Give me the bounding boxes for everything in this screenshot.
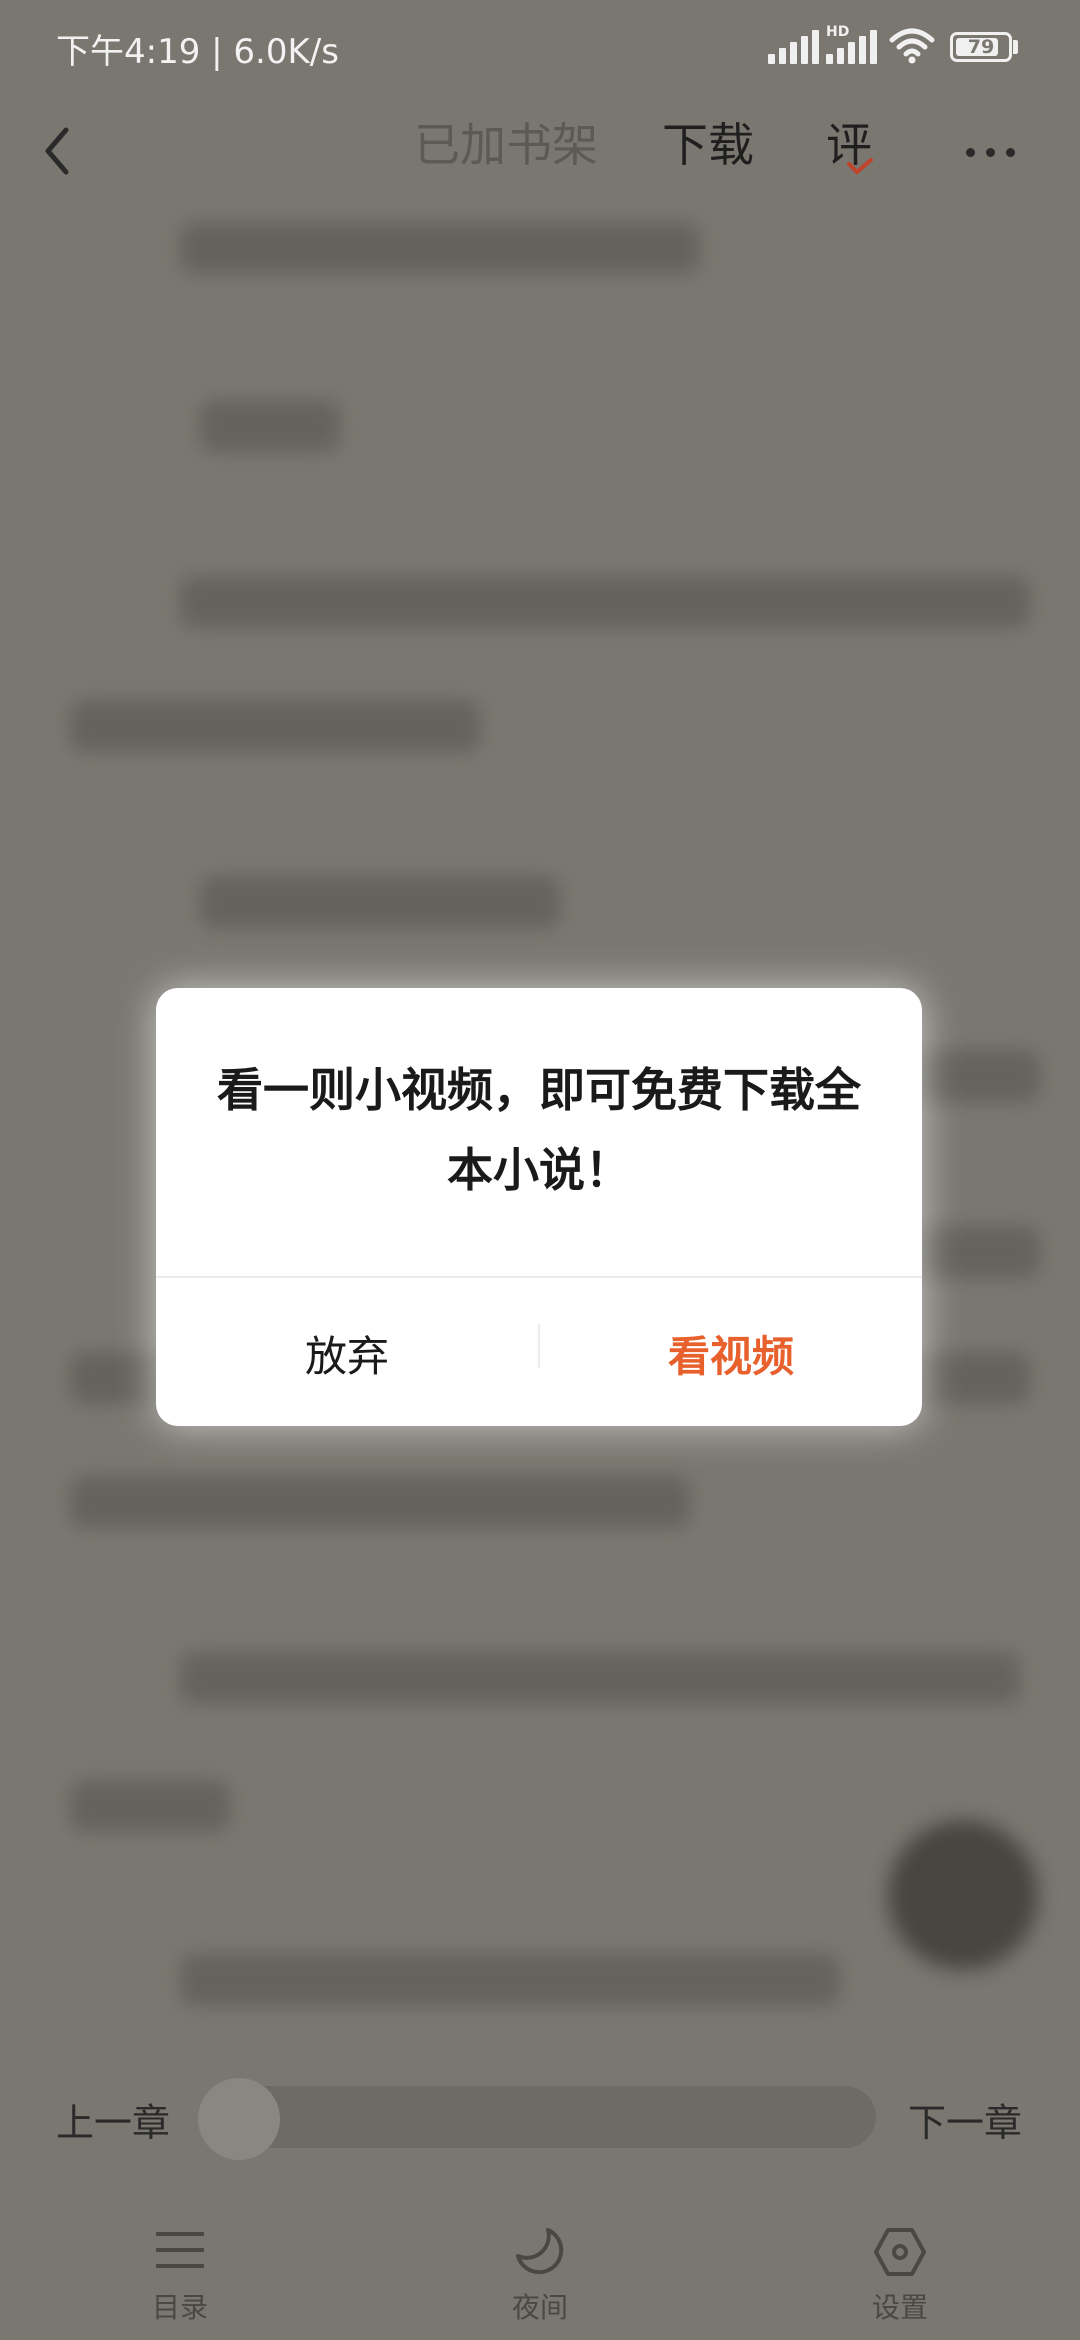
bottom-toolbar: 目录 夜间 设置 [0,2200,1080,2340]
watch-video-button[interactable]: 看视频 [540,1288,922,1426]
tab-settings[interactable]: 设置 [800,2200,1000,2340]
battery-icon: 79 [950,32,1012,62]
checkmark-icon [847,158,873,175]
menu-icon [156,2232,204,2268]
download-button[interactable]: 下载 [662,110,754,180]
next-chapter-button[interactable]: 下一章 [908,2092,1022,2147]
signal-icon [768,28,822,64]
tab-catalog-label: 目录 [151,2291,208,2324]
slider-handle[interactable] [198,2078,280,2160]
dialog-message: 看一则小视频，即可免费下载全本小说！ [217,1063,861,1197]
tab-catalog[interactable]: 目录 [80,2200,280,2340]
settings-icon [874,2228,926,2276]
chapter-slider[interactable] [200,2086,876,2148]
reader-top-bar: 已加书架 下载 评 [0,96,1080,206]
floating-action-button[interactable] [888,1820,1038,1970]
tab-settings-label: 设置 [871,2291,928,2324]
more-options-icon[interactable] [960,126,1020,176]
tab-night-mode[interactable]: 夜间 [440,2200,640,2340]
review-button[interactable]: 评 [826,110,873,180]
back-icon[interactable] [30,116,90,186]
prev-chapter-button[interactable]: 上一章 [56,2092,170,2147]
status-bar: 下午4:19 | 6.0K/s HD 79 [0,0,1080,96]
wifi-icon [889,28,935,64]
moon-icon [516,2228,564,2275]
watch-video-dialog: 看一则小视频，即可免费下载全本小说！ 放弃 看视频 [156,988,922,1426]
status-time-speed: 下午4:19 | 6.0K/s [56,32,339,72]
cancel-button[interactable]: 放弃 [156,1288,538,1426]
signal-hd-icon [826,28,880,64]
dialog-divider [156,1276,922,1278]
tab-night-mode-label: 夜间 [511,2291,568,2324]
chapter-progress-bar: 上一章 下一章 [0,2068,1080,2168]
added-to-shelf-button[interactable]: 已加书架 [414,110,598,180]
battery-level: 79 [967,36,995,58]
